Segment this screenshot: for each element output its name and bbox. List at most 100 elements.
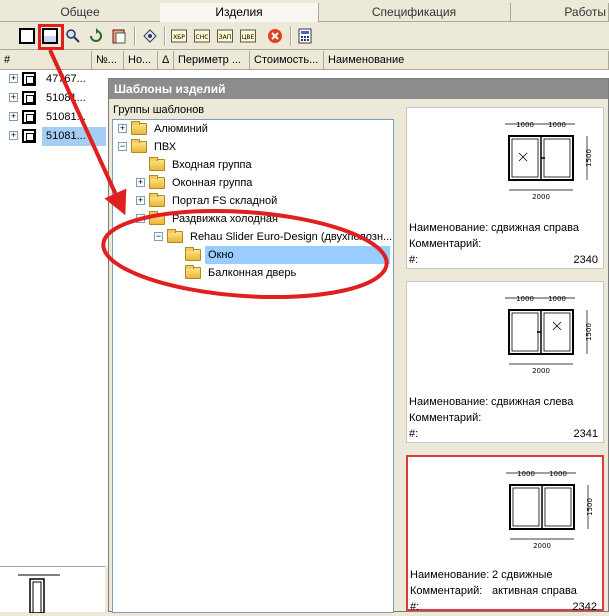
- toolbar-separator: [134, 26, 136, 46]
- window-icon: [22, 72, 36, 86]
- refresh-button[interactable]: [85, 25, 107, 47]
- tab-works[interactable]: Работы: [510, 3, 609, 22]
- row-id: 51081...: [46, 111, 86, 123]
- table-row[interactable]: + 51081...: [0, 127, 110, 146]
- tree-node-label: Алюминий: [154, 123, 208, 135]
- search-button[interactable]: [62, 25, 84, 47]
- card-number-label: #:: [409, 428, 419, 440]
- expand-icon[interactable]: +: [9, 112, 18, 121]
- calculator-icon: [298, 28, 312, 44]
- expand-icon[interactable]: +: [9, 131, 18, 140]
- svg-text:1500: 1500: [585, 323, 593, 341]
- svg-text:ХБР: ХБР: [173, 34, 185, 41]
- card-comment-value: активная справа: [492, 585, 577, 597]
- window-sketch-icon: 1000 1000 1500 2000: [505, 295, 593, 375]
- folder-icon: [185, 265, 201, 279]
- folder-icon: [131, 139, 147, 153]
- card-name-value: 2 сдвижные: [492, 569, 553, 581]
- card-name-label: Наименование:: [409, 396, 489, 408]
- col-header-number[interactable]: №...: [92, 51, 124, 69]
- window-template-button[interactable]: [39, 25, 61, 47]
- card-comment-row: Комментарий: активная справа: [410, 583, 577, 599]
- template-card[interactable]: 1000 1000 1500 2000 Наименование: сдвижн…: [406, 281, 604, 443]
- expand-icon[interactable]: +: [136, 196, 145, 205]
- col-header-sort[interactable]: Δ: [158, 51, 174, 69]
- folder-icon: [149, 211, 165, 225]
- tree-node-label: ПВХ: [154, 141, 177, 153]
- template-card[interactable]: 1000 1000 1500 2000 Наименование: сдвижн…: [406, 107, 604, 269]
- tag-button[interactable]: [139, 25, 161, 47]
- col-header-perimeter[interactable]: Периметр ...: [174, 51, 250, 69]
- calc-zap-icon: ЗАП: [217, 29, 233, 43]
- svg-text:2000: 2000: [533, 542, 551, 550]
- tree-node-label: Портал FS складной: [172, 195, 278, 207]
- toolbar: ХБР СНС ЗАП ЦВЕ: [0, 22, 609, 50]
- svg-text:ЦВЕ: ЦВЕ: [242, 34, 255, 41]
- card-name-row: Наименование: сдвижная справа: [409, 220, 579, 236]
- calc-cnc-button[interactable]: СНС: [191, 25, 213, 47]
- window-open-icon: [19, 28, 35, 44]
- table-row[interactable]: + 47767...: [0, 70, 110, 89]
- table-row[interactable]: + 51081...: [0, 89, 110, 108]
- refresh-icon: [90, 28, 102, 42]
- card-number-label: #:: [409, 254, 419, 266]
- row-id: 51081...: [46, 92, 86, 104]
- expand-icon[interactable]: +: [9, 74, 18, 83]
- grid-header: # №... Но... Δ Периметр ... Стоимость...…: [0, 51, 609, 70]
- template-cards: 1000 1000 1500 2000 Наименование: сдвижн…: [396, 99, 608, 613]
- tree-node-window[interactable]: Окно: [172, 246, 390, 264]
- expand-icon[interactable]: +: [118, 124, 127, 133]
- card-comment-label: Комментарий:: [410, 585, 483, 597]
- window-open-button[interactable]: [16, 25, 38, 47]
- svg-text:1000: 1000: [517, 470, 535, 478]
- calc-zap-button[interactable]: ЗАП: [214, 25, 236, 47]
- card-number-value: 2340: [573, 254, 598, 266]
- card-number-value: 2341: [573, 428, 598, 440]
- collapse-icon[interactable]: −: [118, 142, 127, 151]
- window-template-icon: [42, 28, 58, 44]
- svg-text:1000: 1000: [516, 295, 534, 303]
- tab-bar: Общее Изделия Спецификация Работы: [0, 0, 609, 22]
- collapse-icon[interactable]: −: [154, 232, 163, 241]
- row-id: 51081...: [42, 127, 106, 146]
- calculator-button[interactable]: [294, 25, 316, 47]
- tab-products[interactable]: Изделия: [160, 3, 319, 22]
- svg-text:1000: 1000: [516, 121, 534, 129]
- paste-button[interactable]: [108, 25, 130, 47]
- folder-icon: [131, 121, 147, 135]
- window-sketch-icon: 1000 1000 1500 2000: [505, 121, 593, 201]
- tree-node-label: Входная группа: [172, 159, 252, 171]
- calc-cbe-button[interactable]: ЦВЕ: [237, 25, 259, 47]
- calc-xbp-button[interactable]: ХБР: [168, 25, 190, 47]
- table-row[interactable]: + 51081...: [0, 108, 110, 127]
- col-header-no[interactable]: Но...: [124, 51, 158, 69]
- tree-node-label: Раздвижка холодная: [172, 213, 278, 225]
- card-name-row: Наименование: 2 сдвижные: [410, 567, 553, 583]
- search-icon: [66, 29, 80, 43]
- folder-icon: [149, 175, 165, 189]
- svg-text:1000: 1000: [548, 121, 566, 129]
- door-preview-icon: [18, 574, 60, 614]
- toolbar-separator: [290, 26, 292, 46]
- window-icon: [22, 91, 36, 105]
- tab-general[interactable]: Общее: [0, 3, 161, 22]
- col-header-index[interactable]: #: [0, 51, 92, 69]
- card-name-value: сдвижная справа: [491, 222, 579, 234]
- svg-text:ЗАП: ЗАП: [219, 34, 231, 41]
- col-header-name[interactable]: Наименование: [324, 51, 609, 69]
- toolbar-separator: [164, 26, 166, 46]
- folder-icon: [149, 157, 165, 171]
- expand-icon[interactable]: +: [9, 93, 18, 102]
- expand-icon[interactable]: +: [136, 178, 145, 187]
- window-icon: [22, 129, 36, 143]
- svg-text:2000: 2000: [532, 367, 550, 375]
- col-header-cost[interactable]: Стоимость...: [250, 51, 324, 69]
- card-comment-row: Комментарий:: [409, 236, 481, 252]
- svg-text:1500: 1500: [586, 498, 594, 516]
- template-card-highlighted[interactable]: 1000 1000 1500 2000 Наименование: 2 сдви…: [406, 455, 604, 613]
- tab-specification[interactable]: Спецификация: [318, 3, 511, 22]
- delete-button[interactable]: [264, 25, 286, 47]
- collapse-icon[interactable]: −: [136, 214, 145, 223]
- tree-node-label: Оконная группа: [172, 177, 253, 189]
- row-id: 47767...: [46, 73, 86, 85]
